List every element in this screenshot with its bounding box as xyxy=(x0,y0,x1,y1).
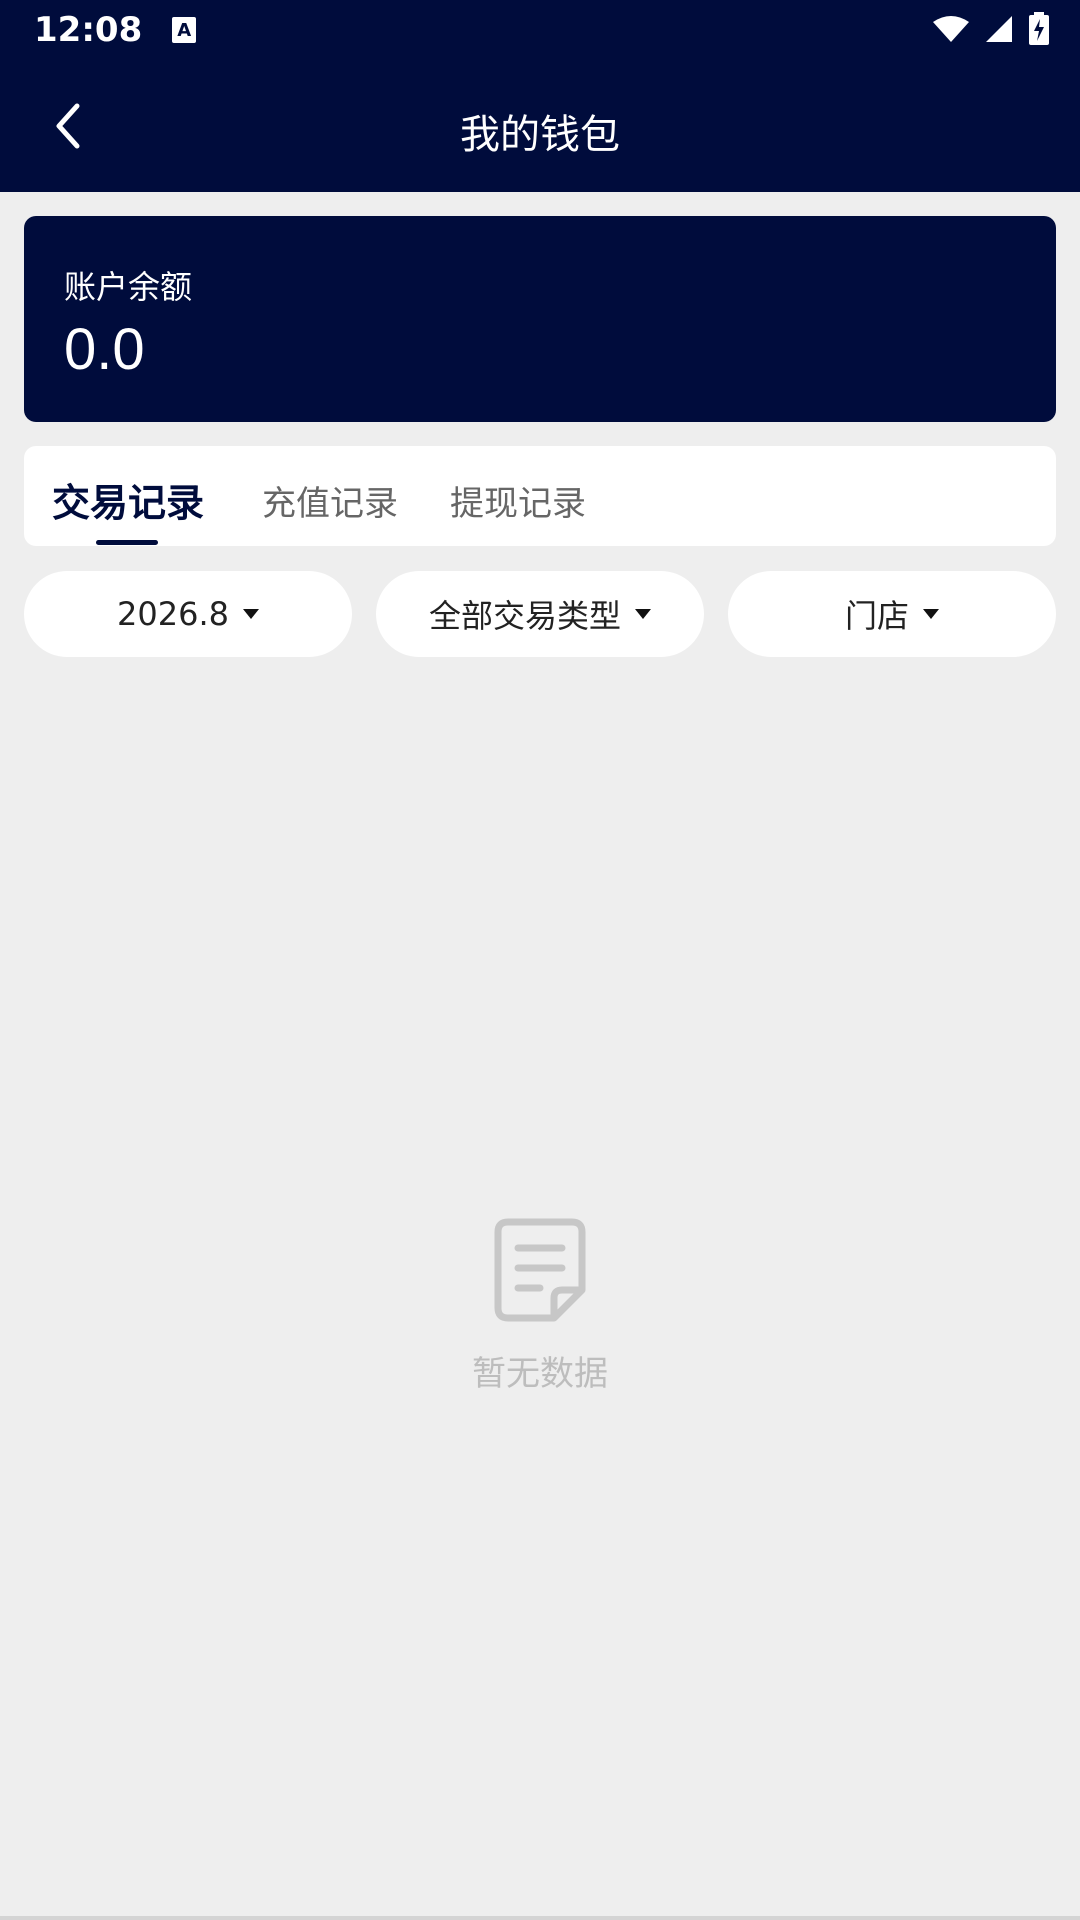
balance-value: 0.0 xyxy=(64,317,145,382)
empty-state-text: 暂无数据 xyxy=(472,1354,608,1394)
empty-state: 暂无数据 xyxy=(0,1218,1080,1395)
signal-icon xyxy=(986,16,1012,42)
wifi-icon xyxy=(933,16,969,42)
store-filter-label: 门店 xyxy=(844,597,909,635)
notification-icon: A xyxy=(172,17,197,43)
active-tab-indicator xyxy=(96,540,158,545)
battery-charging-icon xyxy=(1029,12,1049,45)
date-filter[interactable]: 2026.8 xyxy=(24,571,352,657)
transaction-type-filter[interactable]: 全部交易类型 xyxy=(376,571,704,657)
bottom-divider xyxy=(0,1916,1080,1920)
tab-withdraw-records[interactable]: 提现记录 xyxy=(450,476,586,525)
status-bar: 12:08 A xyxy=(0,0,1080,60)
caret-down-icon xyxy=(242,609,259,619)
date-filter-label: 2026.8 xyxy=(117,595,229,633)
store-filter[interactable]: 门店 xyxy=(728,571,1056,657)
app-header: 12:08 A 我的钱包 xyxy=(0,0,1080,192)
filter-bar: 2026.8 全部交易类型 门店 xyxy=(24,571,1056,657)
tab-transaction-records[interactable]: 交易记录 xyxy=(52,472,204,527)
document-icon xyxy=(494,1218,586,1322)
caret-down-icon xyxy=(923,609,939,619)
transaction-type-filter-label: 全部交易类型 xyxy=(428,597,621,635)
record-tabs: 交易记录 充值记录 提现记录 xyxy=(24,446,1056,546)
caret-down-icon xyxy=(635,609,651,619)
balance-label: 账户余额 xyxy=(64,268,193,306)
nav-bar: 我的钱包 xyxy=(0,60,1080,192)
tab-recharge-records[interactable]: 充值记录 xyxy=(262,476,398,525)
status-time: 12:08 xyxy=(34,10,143,50)
status-icons xyxy=(932,12,1050,46)
page-title: 我的钱包 xyxy=(460,112,620,158)
balance-card: 账户余额 0.0 xyxy=(24,216,1056,422)
